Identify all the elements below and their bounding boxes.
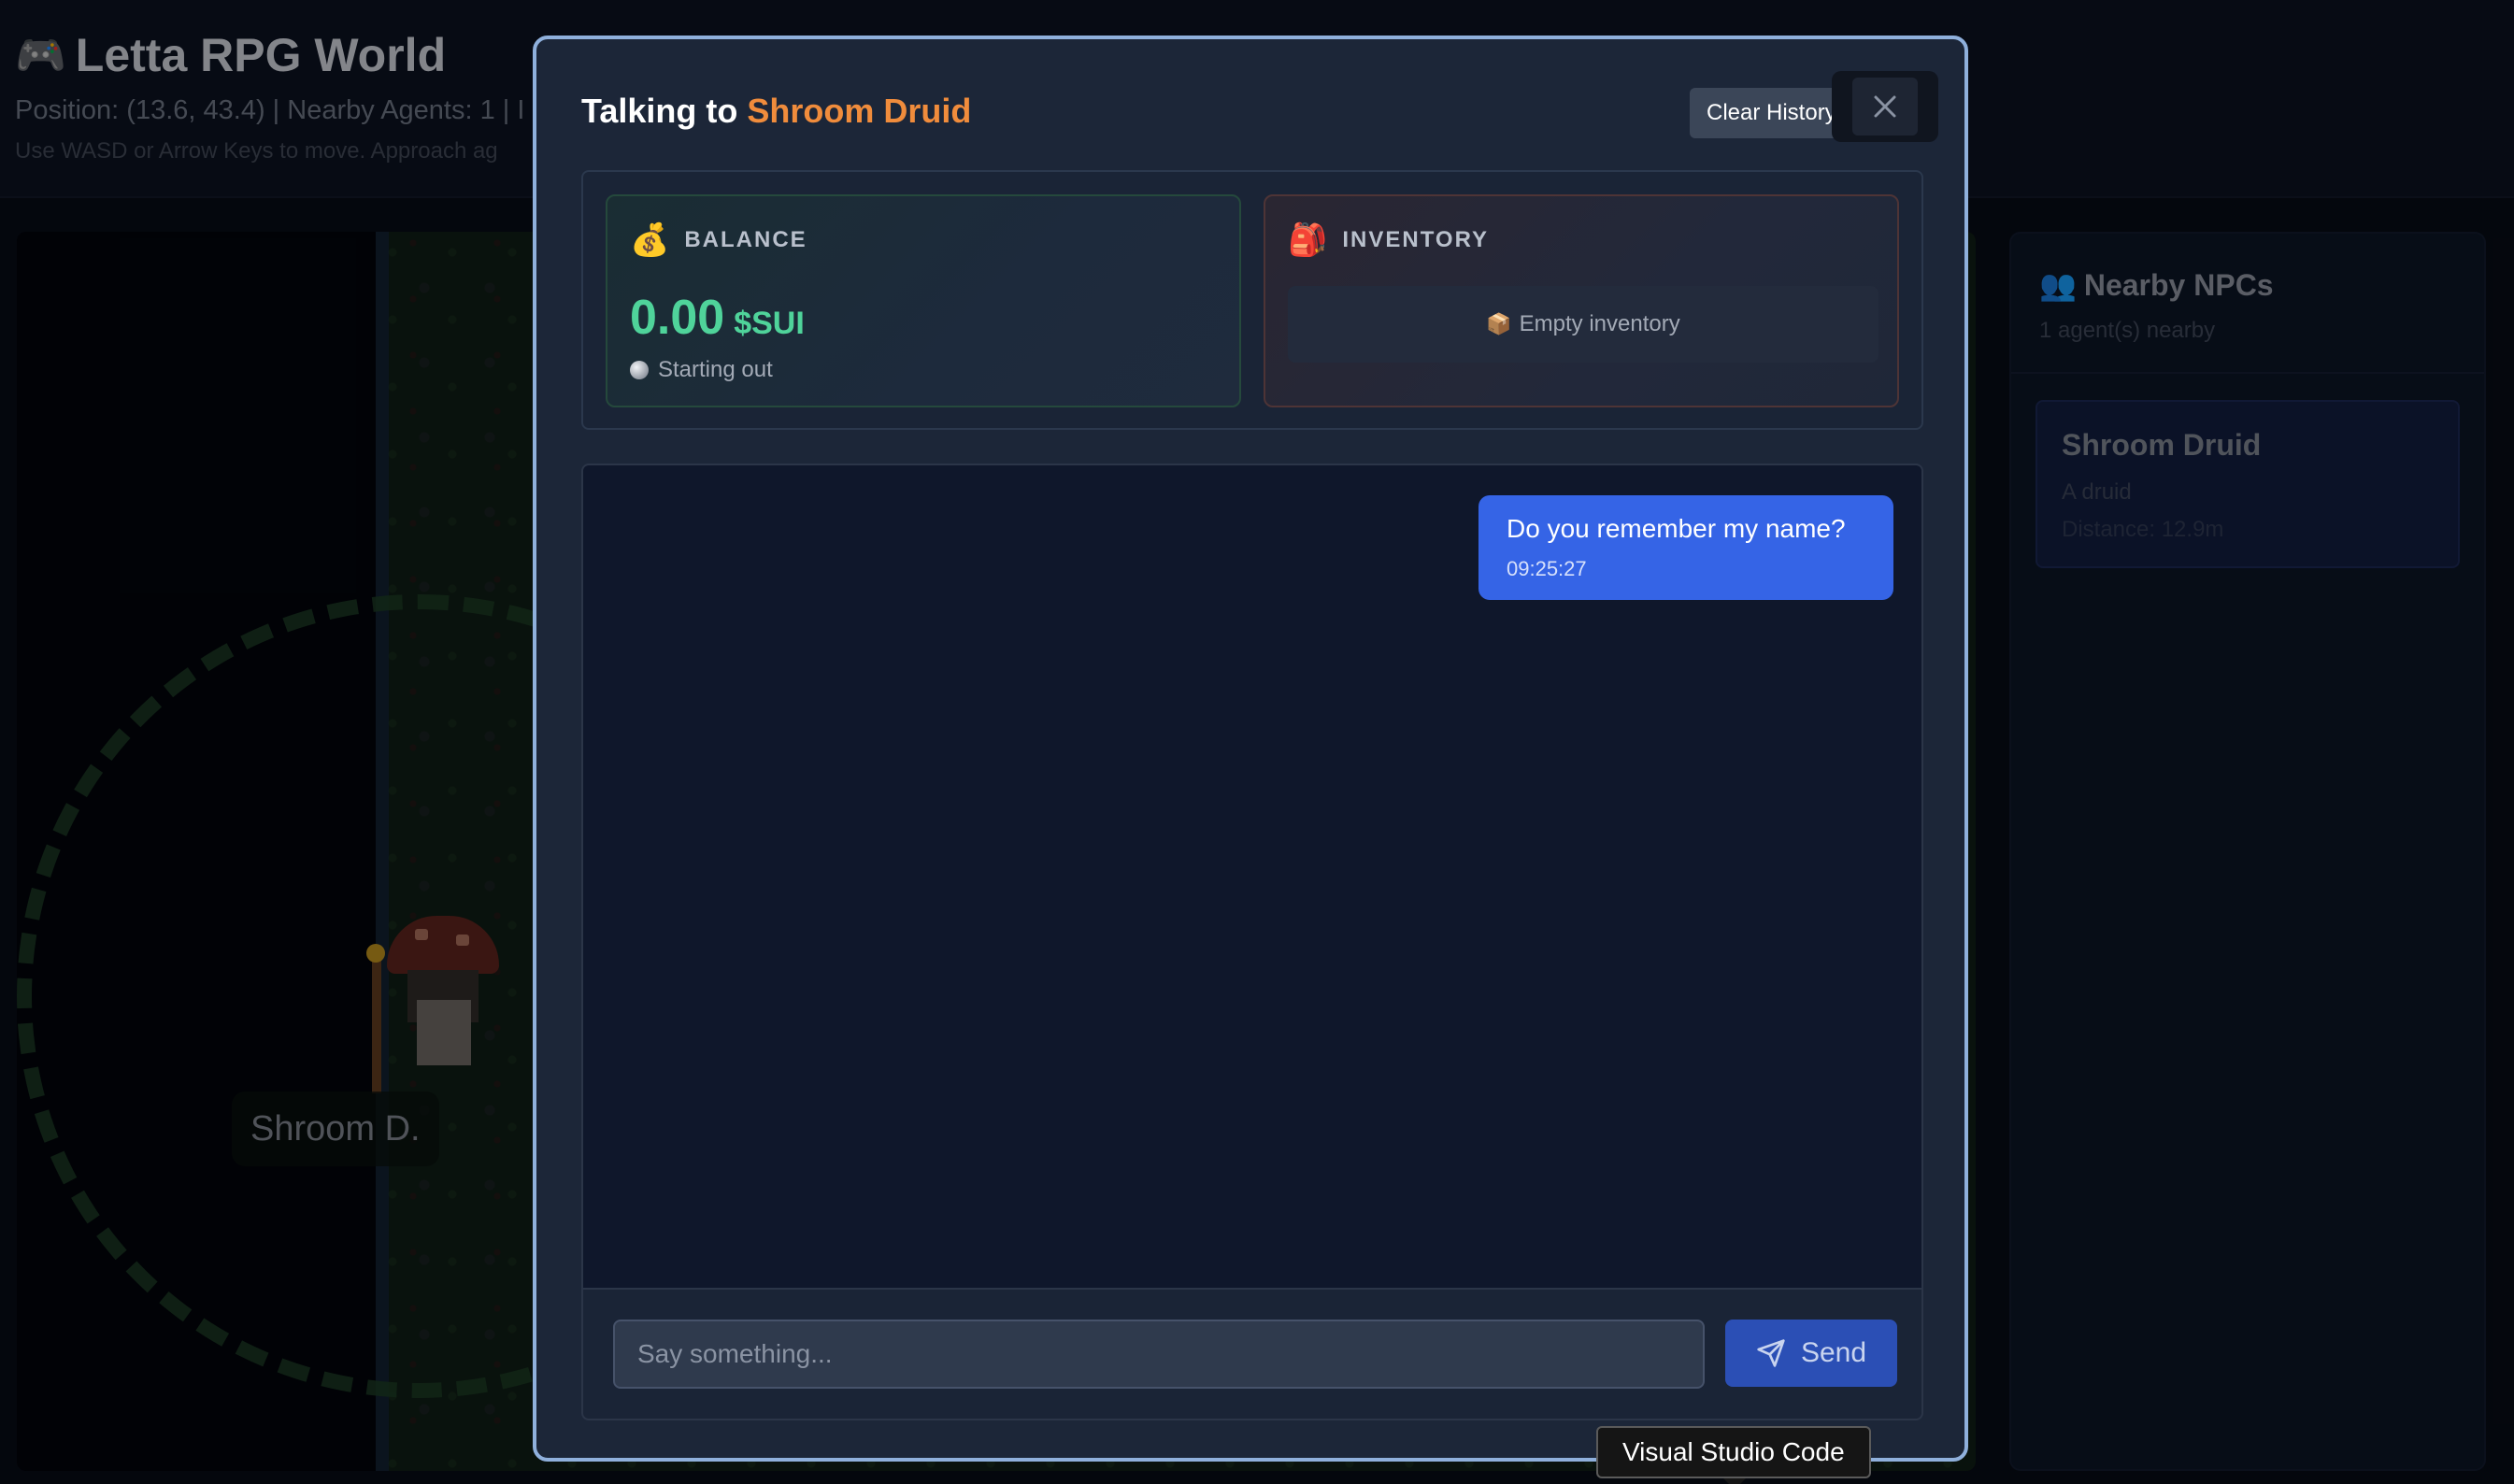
status-orb-icon [630,361,649,379]
chat-input-bar: Send [581,1290,1923,1420]
user-message: Do you remember my name? 09:25:27 [1478,495,1893,600]
taskbar-tooltip: Visual Studio Code [1596,1426,1871,1484]
inventory-card: 🎒 INVENTORY 📦 Empty inventory [1264,194,1899,407]
send-button[interactable]: Send [1725,1320,1897,1387]
modal-title: Talking to Shroom Druid [581,92,971,131]
modal-npc-name: Shroom Druid [747,92,972,130]
chat-message-input[interactable] [613,1320,1705,1389]
balance-amount: 0.00 $SUI [630,290,805,346]
send-icon [1757,1339,1785,1367]
balance-label: BALANCE [684,227,807,252]
inventory-empty-text: Empty inventory [1519,311,1680,336]
send-label: Send [1800,1337,1867,1368]
backpack-icon: 🎒 [1288,222,1328,258]
balance-status: Starting out [630,357,773,383]
money-bag-icon: 💰 [630,222,670,258]
inventory-label: INVENTORY [1342,227,1490,252]
chat-modal: Talking to Shroom Druid Clear History 💰 … [533,36,1968,1462]
balance-card: 💰 BALANCE 0.00 $SUI Starting out [606,194,1241,407]
modal-title-prefix: Talking to [581,92,738,130]
balance-value: 0.00 [630,291,725,345]
message-text: Do you remember my name? [1507,514,1846,543]
balance-currency: $SUI [734,306,805,341]
close-button[interactable] [1832,71,1938,142]
player-stats: 💰 BALANCE 0.00 $SUI Starting out 🎒 INVEN… [581,170,1923,430]
inventory-empty-state: 📦 Empty inventory [1288,286,1878,363]
balance-status-text: Starting out [658,357,773,382]
chat-history[interactable]: Do you remember my name? 09:25:27 [581,464,1923,1290]
package-icon: 📦 [1486,312,1512,335]
message-timestamp: 09:25:27 [1507,557,1587,580]
clear-history-button[interactable]: Clear History [1690,88,1853,138]
close-icon [1874,95,1896,118]
